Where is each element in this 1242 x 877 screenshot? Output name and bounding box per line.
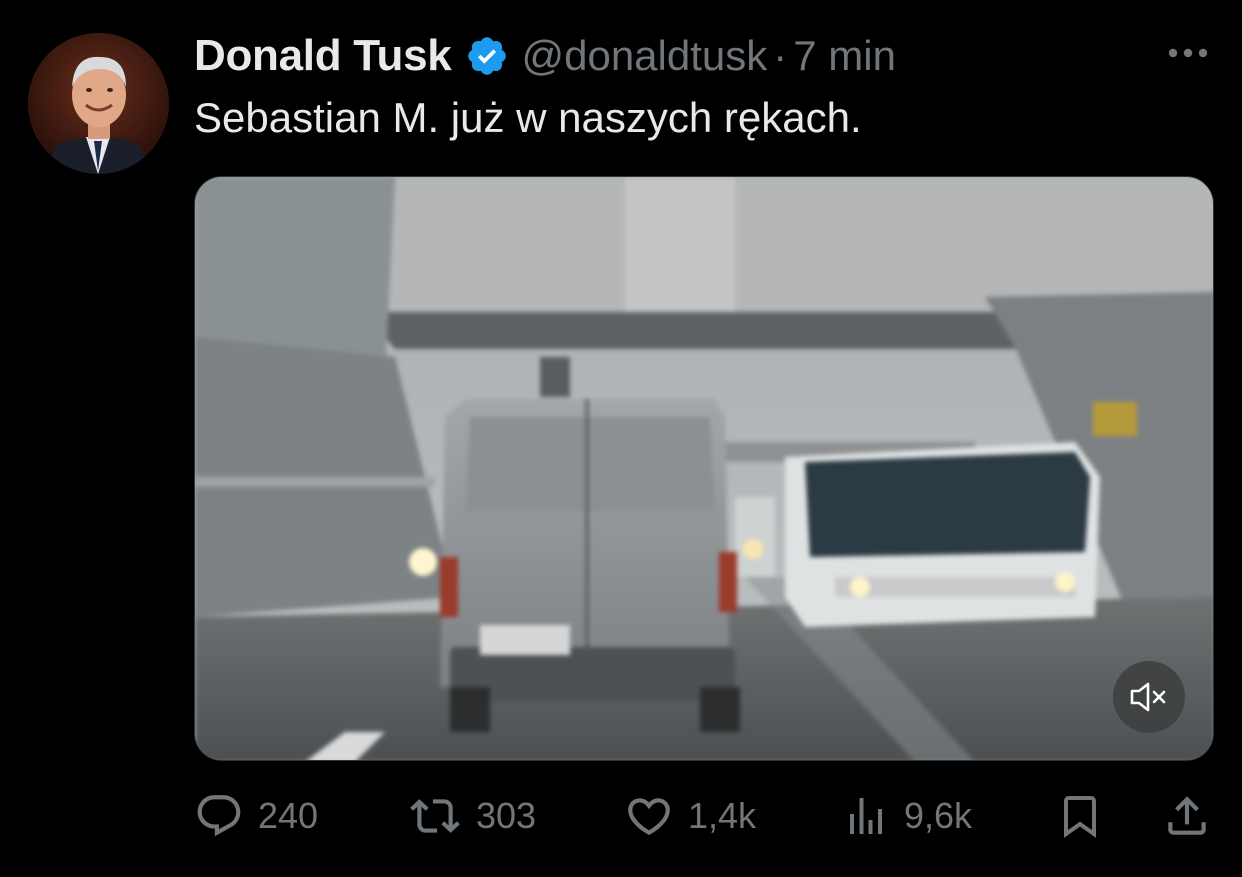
separator-dot: ·: [773, 32, 788, 79]
bookmark-button[interactable]: [1056, 784, 1104, 848]
video-frame: [195, 177, 1213, 760]
repost-button[interactable]: 303: [408, 784, 536, 848]
share-icon: [1168, 796, 1206, 835]
like-button[interactable]: 1,4k: [624, 784, 756, 848]
repost-icon: [410, 799, 460, 833]
reply-button[interactable]: 240: [194, 784, 318, 848]
views-button[interactable]: 9,6k: [842, 784, 972, 848]
verified-badge-icon[interactable]: [465, 34, 509, 78]
avatar[interactable]: [28, 33, 169, 174]
tweet[interactable]: Donald Tusk @donaldtusk · 7 min Sebastia…: [0, 0, 1242, 877]
like-count: 1,4k: [688, 795, 757, 836]
more-options-icon[interactable]: [1164, 38, 1212, 68]
view-count: 9,6k: [904, 795, 973, 836]
post-text: Sebastian M. już w naszych rękach.: [194, 94, 862, 141]
analytics-icon: [850, 798, 882, 834]
reply-icon: [197, 795, 241, 837]
bookmark-icon: [1064, 796, 1096, 838]
post-time[interactable]: 7 min: [793, 32, 896, 80]
speaker-muted-icon: [1130, 682, 1166, 712]
reply-count: 240: [258, 795, 319, 836]
share-button[interactable]: [1162, 784, 1212, 848]
author-handle[interactable]: @donaldtusk: [521, 32, 767, 80]
tweet-header: Donald Tusk @donaldtusk · 7 min: [194, 26, 896, 86]
video-player[interactable]: [194, 176, 1214, 761]
repost-count: 303: [476, 795, 537, 836]
author-name[interactable]: Donald Tusk: [194, 31, 452, 81]
action-bar: 240 303 1,4k 9,6k: [194, 784, 1214, 848]
heart-icon: [628, 798, 670, 836]
mute-button[interactable]: [1113, 661, 1185, 733]
